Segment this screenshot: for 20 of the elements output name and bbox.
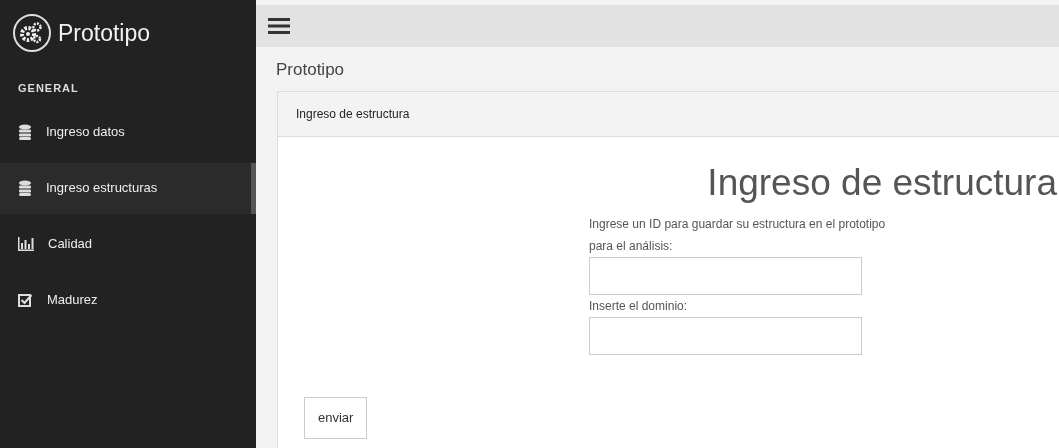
menu-icon[interactable] <box>268 17 290 35</box>
checkbox-icon <box>18 293 33 307</box>
page-title: Prototipo <box>275 59 346 81</box>
input-field[interactable] <box>589 317 862 356</box>
field-label: Ingrese un ID para guardar su estructura en el prototipo para el análisis: <box>589 216 887 256</box>
section-heading: GENERAL <box>17 81 80 96</box>
database-icon <box>18 180 32 196</box>
brand-title: Prototipo <box>58 18 151 48</box>
sidebar-item[interactable]: Ingreso estructuras <box>0 162 256 214</box>
form-heading: Ingreso de estructura <box>706 162 1058 204</box>
field-label: Inserte el dominio: <box>589 298 689 316</box>
input-field[interactable] <box>589 257 862 296</box>
gears-logo-icon <box>12 13 52 53</box>
sidebar-item[interactable]: Madurez <box>0 274 256 326</box>
bar-chart-icon <box>18 237 34 251</box>
sidebar-item[interactable]: Ingreso datos <box>0 106 256 158</box>
sidebar-item[interactable]: Calidad <box>0 218 256 270</box>
send-button[interactable]: enviar <box>304 397 368 439</box>
card-header: Ingreso de estructura <box>278 91 1059 137</box>
database-icon <box>18 124 32 140</box>
